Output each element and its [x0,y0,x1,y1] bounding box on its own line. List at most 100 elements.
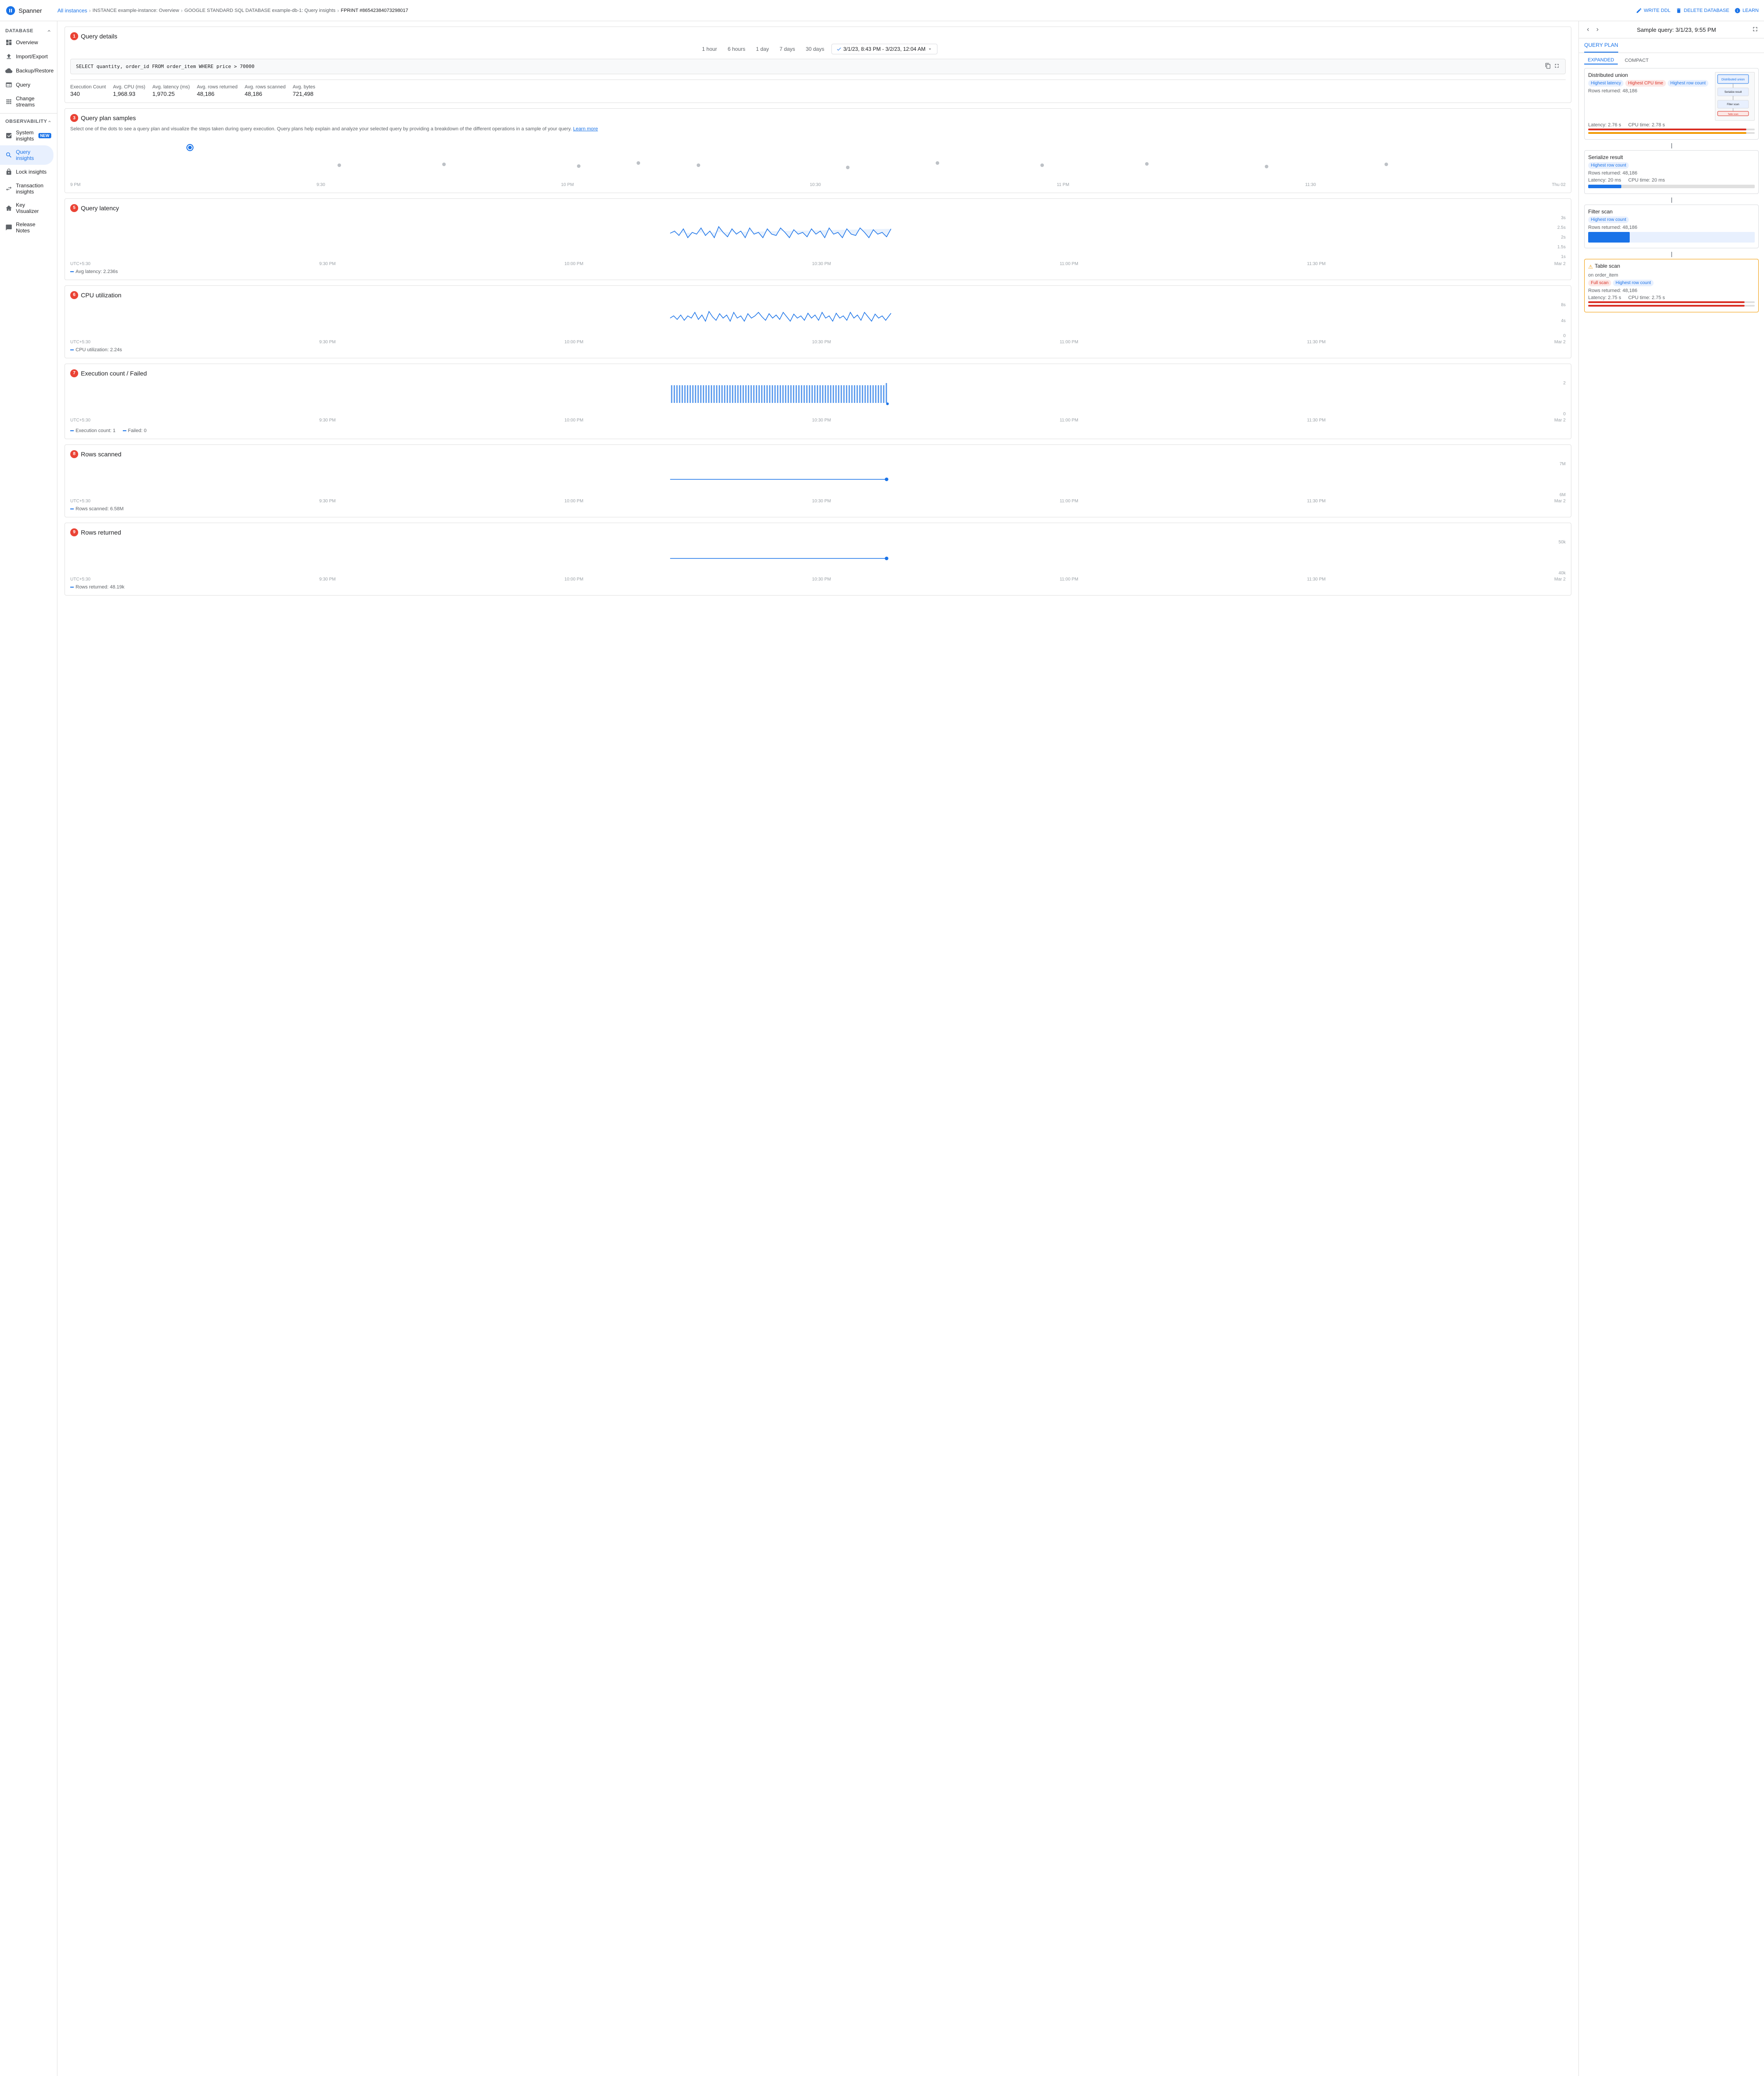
sidebar-item-system-insights[interactable]: System insights NEW [0,126,53,145]
breadcrumb-all-instances[interactable]: All instances [57,8,87,14]
time-selector: 1 hour 6 hours 1 day 7 days 30 days 3/1/… [70,44,1566,54]
expand-panel-button[interactable] [1752,26,1759,34]
learn-label: LEARN [1742,8,1759,13]
next-sample-button[interactable]: › [1593,25,1601,34]
cpu-legend-dot [70,349,74,350]
node-bar-fill-cpu-3 [1588,305,1745,307]
scatter-dot-selected[interactable] [187,145,193,150]
learn-more-link[interactable]: Learn more [573,126,598,132]
scatter-dot[interactable] [846,166,850,169]
cpu-x-axis: UTC+5:30 9:30 PM 10:00 PM 10:30 PM 11:00… [70,340,1566,345]
exec-y-max: 2 [1563,381,1566,386]
breadcrumb-instance[interactable]: INSTANCE example-instance: Overview [92,8,179,13]
latency-x-4: 11:00 PM [1060,262,1078,266]
node-title-1: Serialize result [1588,154,1755,160]
sidebar-item-query[interactable]: Query [0,78,53,92]
delete-database-button[interactable]: DELETE DATABASE [1676,8,1729,14]
cpu-x-5: 11:30 PM [1307,340,1326,345]
release-notes-icon [5,224,12,231]
spanner-logo-icon [5,5,16,16]
rows-returned-x-3: 10:30 PM [812,577,831,582]
sidebar-item-change-streams[interactable]: Change streams [0,92,53,111]
scatter-dot[interactable] [442,163,446,166]
time-btn-7days[interactable]: 7 days [776,44,798,54]
time-btn-6hours[interactable]: 6 hours [724,44,749,54]
sidebar-item-overview[interactable]: Overview [0,35,53,49]
prev-sample-button[interactable]: ‹ [1584,25,1592,34]
breadcrumb-fprint: FPRINT #86542384073298017 [341,8,408,13]
sidebar-item-key-visualizer[interactable]: Key Visualizer [0,198,53,218]
query-code-text: SELECT quantity, order_id FROM order_ite… [76,64,254,69]
scatter-dot[interactable] [1265,165,1268,168]
scatter-dot[interactable] [1040,163,1044,167]
latency-x-5: 11:30 PM [1307,262,1326,266]
rows-scanned-x-4: 11:00 PM [1060,499,1078,504]
latency-x-axis: UTC+5:30 9:30 PM 10:00 PM 10:30 PM 11:00… [70,262,1566,266]
sidebar-item-backup-restore[interactable]: Backup/Restore [0,64,53,78]
time-btn-1day[interactable]: 1 day [752,44,772,54]
date-range-button[interactable]: 3/1/23, 8:43 PM - 3/2/23, 12:04 AM [831,44,937,54]
sample-query-title: Sample query: 3/1/23, 9:55 PM [1637,27,1716,33]
node-badges-1: Highest row count [1588,162,1755,169]
scatter-dot[interactable] [1385,163,1388,166]
node-cpu-0: CPU time: 2.78 s [1628,122,1665,128]
node-badge-2-0: Highest row count [1588,216,1629,223]
right-panel-header: ‹ › Sample query: 3/1/23, 9:55 PM [1579,21,1764,38]
copy-query-button[interactable] [1545,63,1551,70]
node-badge-0-1: Highest CPU time [1625,80,1665,87]
node-bar-cpu-3 [1588,305,1755,307]
chevron-up-icon [46,28,52,34]
time-btn-30days[interactable]: 30 days [802,44,828,54]
node-rows-3: Rows returned: 48,186 [1588,288,1755,293]
node-bar-filter [1588,232,1755,243]
write-ddl-button[interactable]: WRITE DDL [1636,8,1671,14]
node-metric-3: Latency: 2.75 s CPU time: 2.75 s [1588,295,1755,300]
sidebar-item-query-insights[interactable]: Query insights [0,145,53,165]
scatter-x-label-4: 11 PM [1057,182,1069,187]
scatter-x-label-1: 9:30 [316,182,325,187]
plan-connector-1 [1671,143,1672,148]
plan-toggle-compact[interactable]: COMPACT [1621,57,1652,65]
sidebar-item-release-notes[interactable]: Release Notes [0,218,53,237]
latency-x-0: UTC+5:30 [70,262,91,266]
node-badges-2: Highest row count [1588,216,1755,223]
cpu-x-0: UTC+5:30 [70,340,91,345]
failed-legend-text: Failed: 0 [128,428,147,433]
node-subtitle-3: on order_item [1588,273,1755,278]
time-btn-1hour[interactable]: 1 hour [698,44,721,54]
scatter-dot[interactable] [338,163,341,167]
rows-scanned-x-3: 10:30 PM [812,499,831,504]
metric-label-2: Avg. latency (ms) [152,84,190,90]
exec-chart-area: 2 0 [70,381,1566,416]
scatter-dot[interactable] [936,161,939,165]
query-plan-tab-label[interactable]: QUERY PLAN [1584,38,1618,53]
cpu-utilization-title: 6 CPU utilization [70,291,1566,299]
section-num-8: 8 [70,450,78,458]
section-num-1: 1 [70,32,78,40]
metrics-row: Execution Count 340 Avg. CPU (ms) 1,968.… [70,80,1566,97]
latency-chart-area: 3s 2.5s 2s 1.5s 1s [70,216,1566,260]
rows-scanned-legend-text: Rows scanned: 6.58M [76,506,124,512]
sidebar-item-transaction-insights[interactable]: Transaction insights [0,179,53,198]
key-visualizer-icon [5,205,12,212]
plan-node-table-scan: ⚠ Table scan on order_item Full scan Hig… [1584,259,1759,312]
query-details-title: 1 Query details [70,32,1566,40]
metric-avg-cpu: Avg. CPU (ms) 1,968.93 [113,84,145,97]
sidebar-item-lock-insights[interactable]: Lock insights [0,165,53,179]
breadcrumb-database[interactable]: GOOGLE STANDARD SQL DATABASE example-db-… [184,8,335,13]
exec-x-6: Mar 2 [1554,418,1566,423]
rows-scanned-x-axis: UTC+5:30 9:30 PM 10:00 PM 10:30 PM 11:00… [70,499,1566,504]
learn-button[interactable]: LEARN [1734,8,1759,14]
sidebar-item-import-export[interactable]: Import/Export [0,49,53,64]
scatter-dot[interactable] [697,163,700,167]
rows-scanned-y-min: 6M [1559,493,1566,497]
plan-toggle-expanded[interactable]: EXPANDED [1584,57,1618,65]
query-icon [5,81,12,88]
system-insights-label: System insights [16,129,34,142]
scatter-dot[interactable] [577,164,580,168]
expand-query-button[interactable] [1554,63,1560,70]
rows-scanned-x-5: 11:30 PM [1307,499,1326,504]
scatter-dot[interactable] [637,161,640,165]
latency-y-min: 1s [1561,254,1566,259]
scatter-dot[interactable] [1145,162,1149,166]
